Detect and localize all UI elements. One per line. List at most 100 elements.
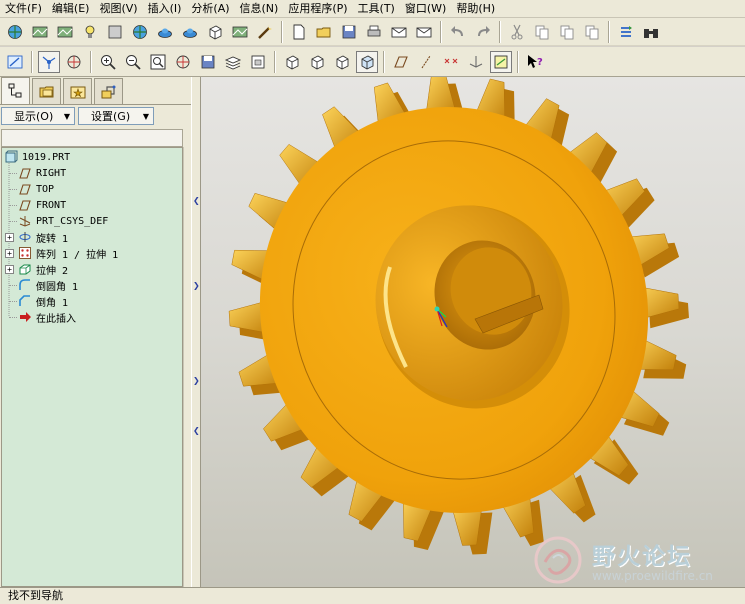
saved-views-button[interactable] — [197, 51, 219, 73]
menu-item-5[interactable]: 信息(N) — [235, 0, 284, 18]
teapot-button[interactable] — [154, 21, 176, 43]
tree-node[interactable]: 旋转 1 — [18, 229, 68, 245]
expand-right-icon[interactable]: ❯ — [193, 282, 200, 290]
redo-button[interactable] — [472, 21, 494, 43]
repaint-button[interactable] — [4, 51, 26, 73]
spin-center-button[interactable] — [38, 50, 60, 73]
wireframe-button[interactable] — [281, 51, 303, 73]
cut-button[interactable] — [506, 21, 528, 43]
whats-this-button[interactable]: ? — [524, 51, 546, 73]
email-attach-button[interactable] — [413, 21, 435, 43]
new-file-button[interactable] — [288, 21, 310, 43]
orient-button[interactable] — [63, 51, 85, 73]
datum-planes-button[interactable] — [390, 51, 412, 73]
scene-button[interactable] — [29, 21, 51, 43]
menu-item-9[interactable]: 帮助(H) — [451, 0, 500, 18]
binoculars-button[interactable] — [640, 21, 662, 43]
copy-button[interactable] — [531, 21, 553, 43]
datum-axes-button[interactable] — [415, 51, 437, 73]
tree-node-label: TOP — [36, 183, 55, 195]
layers-button[interactable] — [222, 51, 244, 73]
connections-tab[interactable] — [94, 78, 123, 104]
expand-right-icon[interactable]: ❯ — [193, 377, 200, 385]
print-button[interactable] — [363, 21, 385, 43]
csys-button[interactable] — [465, 51, 487, 73]
render-room-button[interactable] — [229, 21, 251, 43]
settings-dropdown[interactable]: 设置(G) ▼ — [78, 107, 154, 125]
refit-button[interactable] — [147, 51, 169, 73]
open-folder-button[interactable] — [313, 21, 335, 43]
magic-wand-button[interactable] — [254, 21, 276, 43]
tree-node-label: 阵列 1 / 拉伸 1 — [36, 249, 119, 261]
tree-node[interactable]: 倒角 1 — [18, 293, 68, 309]
favorites-tab[interactable] — [63, 78, 92, 104]
tree-connector — [9, 189, 17, 190]
datum-points-button[interactable] — [440, 51, 462, 73]
folder-browser-tab[interactable] — [32, 78, 61, 104]
paste-special-button[interactable] — [581, 21, 603, 43]
tree-root[interactable]: 1019.PRT — [4, 149, 70, 165]
tree-node[interactable]: 阵列 1 / 拉伸 1 — [18, 245, 118, 261]
tree-connector — [9, 205, 17, 206]
tree-expand-toggle[interactable]: + — [5, 249, 14, 258]
collapse-left-icon[interactable]: ❮ — [193, 427, 200, 435]
orient-icon — [67, 55, 81, 68]
regenerate-button[interactable] — [615, 21, 637, 43]
tree-node[interactable]: 在此插入 — [18, 309, 76, 325]
redo-icon — [478, 25, 490, 36]
gear-model[interactable] — [201, 77, 745, 587]
email-button[interactable] — [388, 21, 410, 43]
tree-node[interactable]: PRT_CSYS_DEF — [18, 213, 108, 229]
undo-button[interactable] — [447, 21, 469, 43]
annotation-button[interactable] — [490, 50, 512, 73]
tree-expand-toggle[interactable]: + — [5, 265, 14, 274]
tree-node[interactable]: RIGHT — [18, 165, 66, 181]
cube-export-button[interactable] — [204, 21, 226, 43]
color-appearance-button[interactable] — [4, 21, 26, 43]
panel-sash[interactable]: ❮ ❯ ❯ ❮ — [191, 77, 201, 587]
toolbar-separator — [440, 20, 442, 43]
watermark-url: www.proewildfire.cn — [592, 568, 713, 583]
light-button[interactable] — [79, 21, 101, 43]
menu-item-2[interactable]: 视图(V) — [94, 0, 142, 18]
chevron-down-icon: ▼ — [63, 111, 70, 121]
zoom-out-button[interactable] — [122, 51, 144, 73]
shading-button[interactable] — [356, 50, 378, 73]
datum-plane-icon — [18, 182, 32, 196]
toolbar-separator — [517, 50, 519, 73]
zoom-in-button[interactable] — [97, 51, 119, 73]
tree-node[interactable]: 拉伸 2 — [18, 261, 68, 277]
model-setup-button[interactable] — [104, 21, 126, 43]
graphics-window[interactable]: 野火论坛 www.proewildfire.cn — [201, 77, 745, 587]
menu-item-6[interactable]: 应用程序(P) — [283, 0, 352, 18]
globe-icon — [133, 24, 147, 39]
menu-item-4[interactable]: 分析(A) — [186, 0, 234, 18]
wireframe-icon — [286, 54, 299, 70]
menu-item-3[interactable]: 插入(I) — [143, 0, 187, 18]
model-tree-tab[interactable] — [1, 77, 30, 104]
menu-item-8[interactable]: 窗口(W) — [400, 0, 451, 18]
tree-node[interactable]: 倒圆角 1 — [18, 277, 78, 293]
no-hidden-button[interactable] — [331, 51, 353, 73]
menu-item-0[interactable]: 文件(F) — [0, 0, 47, 18]
status-bar: 找不到导航 — [0, 587, 745, 604]
paste-button[interactable] — [556, 21, 578, 43]
tree-column-header[interactable] — [1, 129, 183, 147]
globe-button[interactable] — [129, 21, 151, 43]
texture-button[interactable] — [54, 21, 76, 43]
menu-item-7[interactable]: 工具(T) — [353, 0, 400, 18]
tree-expand-toggle[interactable]: + — [5, 233, 14, 242]
tree-node[interactable]: TOP — [18, 181, 54, 197]
show-dropdown[interactable]: 显示(O) ▼ — [1, 107, 75, 125]
toolbar-separator — [499, 20, 501, 43]
collapse-left-icon[interactable]: ❮ — [193, 197, 200, 205]
tree-scrollbar[interactable] — [183, 147, 191, 587]
view-manager-button[interactable] — [247, 51, 269, 73]
reorient-button[interactable] — [172, 51, 194, 73]
hidden-line-button[interactable] — [306, 51, 328, 73]
saucer-button[interactable] — [179, 21, 201, 43]
save-button[interactable] — [338, 21, 360, 43]
datum-points-icon — [444, 58, 458, 63]
menu-item-1[interactable]: 编辑(E) — [47, 0, 95, 18]
tree-node[interactable]: FRONT — [18, 197, 66, 213]
